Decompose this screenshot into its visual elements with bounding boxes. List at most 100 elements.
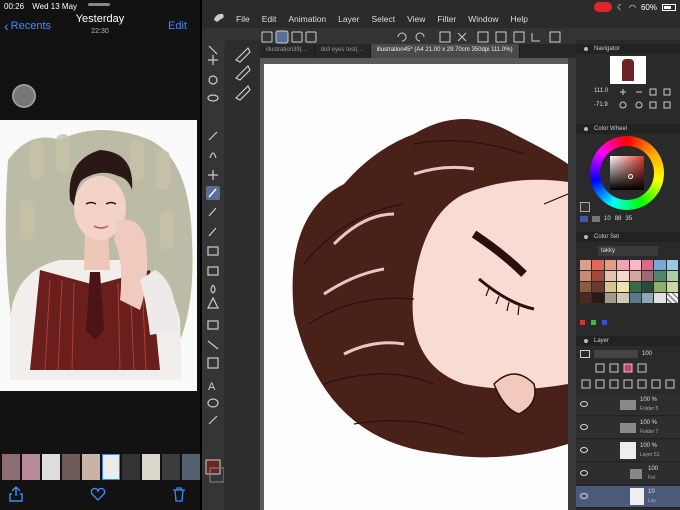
layer-row-selected[interactable]: 10 Lay bbox=[576, 486, 680, 508]
airbrush-tool-icon[interactable] bbox=[207, 246, 219, 256]
swatch[interactable] bbox=[617, 271, 629, 281]
lasso-tool-icon[interactable] bbox=[207, 94, 219, 102]
actual-size-icon[interactable] bbox=[663, 88, 671, 96]
current-color-swatch[interactable] bbox=[580, 202, 590, 212]
mapping-pen-subtool-icon[interactable] bbox=[234, 64, 251, 81]
hls-mode-icon[interactable] bbox=[592, 216, 600, 222]
tab-illustration39[interactable]: illustration39(… bbox=[260, 44, 315, 58]
swatch[interactable] bbox=[666, 282, 678, 292]
swatch[interactable] bbox=[629, 293, 641, 303]
thumbnail[interactable] bbox=[22, 454, 40, 480]
edit-mode-icon[interactable] bbox=[275, 30, 289, 44]
delete-layer-icon[interactable] bbox=[665, 379, 675, 389]
photo-viewer[interactable] bbox=[0, 120, 197, 391]
clear-icon[interactable] bbox=[439, 31, 451, 43]
draft-icon[interactable] bbox=[637, 363, 647, 373]
menu-edit[interactable]: Edit bbox=[262, 14, 277, 24]
swatch[interactable] bbox=[617, 293, 629, 303]
swatch[interactable] bbox=[604, 271, 617, 281]
layer-property-icon[interactable] bbox=[580, 350, 590, 358]
layer-row-layer-51[interactable]: 100 % Layer 51 bbox=[576, 440, 680, 462]
fill-tool-icon[interactable] bbox=[207, 296, 219, 309]
menu-select[interactable]: Select bbox=[371, 14, 395, 24]
hsv-mode-icon[interactable] bbox=[580, 216, 588, 222]
layer-opacity-value[interactable]: 100 bbox=[642, 351, 652, 357]
magnifier-tool-icon[interactable] bbox=[208, 75, 218, 85]
menu-window[interactable]: Window bbox=[468, 14, 498, 24]
eye-icon[interactable] bbox=[580, 401, 588, 407]
hue-value[interactable]: 10 bbox=[604, 216, 611, 222]
thumbnail[interactable] bbox=[182, 454, 200, 480]
back-button[interactable]: ‹ Recents bbox=[4, 19, 51, 33]
blend-tool-icon[interactable] bbox=[210, 284, 216, 294]
save-icon[interactable] bbox=[291, 31, 303, 43]
swatch[interactable] bbox=[617, 260, 629, 270]
correct-line-tool-icon[interactable] bbox=[208, 415, 218, 425]
heart-icon[interactable] bbox=[90, 487, 106, 501]
edit-button[interactable]: Edit bbox=[168, 20, 187, 32]
thumbnail[interactable] bbox=[42, 454, 60, 480]
value-value[interactable]: 35 bbox=[625, 216, 632, 222]
color-wheel-ring[interactable] bbox=[590, 136, 664, 210]
tab-illustration45[interactable]: illustration45* (A4 21.00 x 29.70cm 350d… bbox=[370, 44, 520, 58]
layer-header[interactable]: Layer bbox=[576, 336, 680, 346]
move-tool-icon[interactable] bbox=[208, 55, 218, 65]
color-saturation-square[interactable] bbox=[610, 156, 644, 190]
copy-icon[interactable] bbox=[495, 31, 507, 43]
swatch[interactable] bbox=[592, 271, 604, 281]
mask-icon[interactable] bbox=[651, 379, 661, 389]
frame-tool-icon[interactable] bbox=[207, 357, 219, 369]
red-tag-icon[interactable] bbox=[580, 320, 585, 325]
pencil-tool-icon[interactable] bbox=[208, 207, 217, 217]
paste-icon[interactable] bbox=[513, 31, 525, 43]
menu-animation[interactable]: Animation bbox=[288, 14, 326, 24]
eye-icon[interactable] bbox=[580, 424, 588, 430]
swatch[interactable] bbox=[641, 271, 654, 281]
fill-icon[interactable] bbox=[477, 31, 489, 43]
swatch[interactable] bbox=[629, 271, 641, 281]
layer-row-folder-7[interactable]: 100 % Folder 7 bbox=[576, 417, 680, 439]
transform-icon[interactable] bbox=[531, 33, 540, 42]
color-set-header[interactable]: Color Set bbox=[576, 232, 680, 242]
color-wheel-header[interactable]: Color Wheel bbox=[576, 124, 680, 134]
swatch[interactable] bbox=[641, 293, 654, 303]
saturation-value[interactable]: 88 bbox=[615, 216, 622, 222]
cut-icon[interactable] bbox=[457, 32, 467, 42]
figure-tool-icon[interactable] bbox=[207, 340, 219, 350]
thumbnail[interactable] bbox=[142, 454, 160, 480]
swatch[interactable] bbox=[654, 293, 666, 303]
swatch[interactable] bbox=[592, 260, 604, 270]
settings-icon[interactable] bbox=[549, 31, 561, 43]
merge-icon[interactable] bbox=[637, 379, 647, 389]
swatch[interactable] bbox=[604, 260, 617, 270]
assistive-touch-button[interactable] bbox=[12, 84, 36, 108]
eraser-tool-icon[interactable] bbox=[207, 266, 219, 276]
new-folder-icon[interactable] bbox=[609, 379, 619, 389]
blue-tag-icon[interactable] bbox=[602, 320, 607, 325]
main-color-swatch[interactable] bbox=[205, 459, 221, 475]
swatch[interactable] bbox=[580, 260, 592, 270]
rotate-left-icon[interactable] bbox=[619, 101, 627, 109]
thumbnail[interactable] bbox=[162, 454, 180, 480]
brush-tool-icon[interactable] bbox=[208, 227, 217, 237]
swatch[interactable] bbox=[604, 282, 617, 292]
swatch[interactable] bbox=[654, 260, 666, 270]
navigator-zoom-value[interactable]: 111.0 bbox=[594, 88, 608, 94]
navigator-angle-value[interactable]: -71.9 bbox=[594, 102, 608, 108]
transfer-down-icon[interactable] bbox=[623, 379, 633, 389]
tab-doll-eyes-test[interactable]: doll eyes test(… bbox=[315, 44, 371, 58]
transparent-swatch[interactable] bbox=[666, 293, 678, 303]
lock-icon[interactable] bbox=[595, 363, 605, 373]
swatch[interactable] bbox=[580, 293, 592, 303]
green-tag-icon[interactable] bbox=[591, 320, 596, 325]
thumbnail[interactable] bbox=[2, 454, 20, 480]
blend-mode-select[interactable] bbox=[594, 350, 638, 358]
eye-icon[interactable] bbox=[580, 447, 588, 453]
eyedropper-tool-icon[interactable] bbox=[208, 131, 218, 141]
marker-subtool-icon[interactable] bbox=[234, 84, 251, 101]
swatch[interactable] bbox=[666, 260, 678, 270]
sparkle-tool-icon[interactable] bbox=[208, 170, 218, 180]
zoom-tool-icon[interactable] bbox=[208, 45, 218, 55]
flip-h-icon[interactable] bbox=[649, 101, 657, 109]
trash-icon[interactable] bbox=[172, 486, 186, 502]
